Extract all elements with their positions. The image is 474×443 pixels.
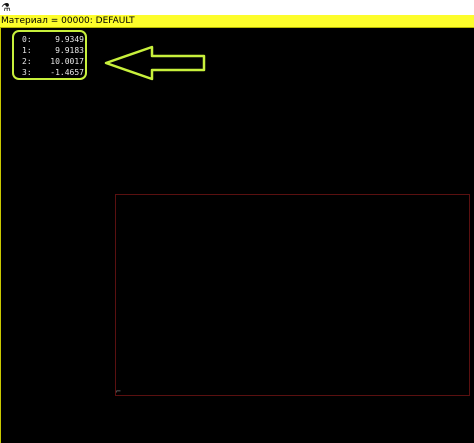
readout-row: 1: 9.9183 bbox=[22, 46, 84, 55]
origin-marker: ⌐ bbox=[116, 387, 121, 396]
readout-value: 9.9349 bbox=[55, 35, 84, 44]
viewport-frame bbox=[115, 194, 470, 396]
value-readout-box: 0: 9.9349 1: 9.9183 2: 10.0017 3: -1.465… bbox=[12, 30, 87, 80]
readout-row: 2: 10.0017 bbox=[22, 57, 84, 66]
readout-index: 3: bbox=[22, 68, 32, 77]
readout-row: 3: -1.4657 bbox=[22, 68, 84, 77]
readout-index: 2: bbox=[22, 57, 32, 66]
readout-value: 9.9183 bbox=[55, 46, 84, 55]
app-icon[interactable]: ⚗ bbox=[1, 1, 14, 14]
readout-value: 10.0017 bbox=[50, 57, 84, 66]
readout-index: 0: bbox=[22, 35, 32, 44]
arrow-left-icon bbox=[104, 45, 206, 81]
readout-row: 0: 9.9349 bbox=[22, 35, 84, 44]
readout-index: 1: bbox=[22, 46, 32, 55]
window-title: Материал = 00000: DEFAULT bbox=[1, 16, 135, 26]
title-bar[interactable]: Материал = 00000: DEFAULT bbox=[0, 15, 474, 28]
readout-value: -1.4657 bbox=[50, 68, 84, 77]
top-strip: ⚗ bbox=[0, 0, 474, 15]
